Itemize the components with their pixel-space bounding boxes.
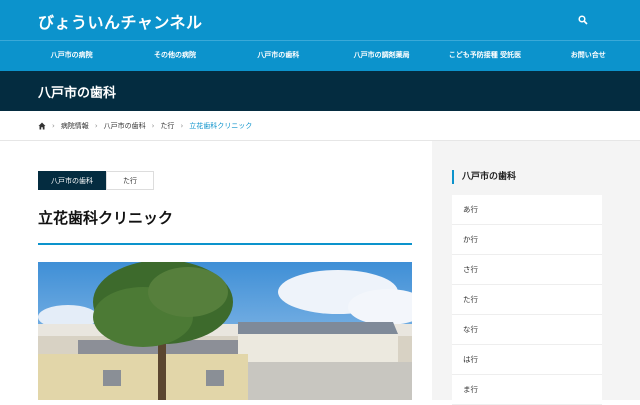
- breadcrumb-separator: ›: [180, 121, 184, 130]
- sidebar-item-ha[interactable]: は行: [452, 345, 602, 375]
- site-logo[interactable]: びょういんチャンネル: [38, 9, 203, 33]
- site-header: びょういんチャンネル: [0, 0, 640, 40]
- sidebar-item-sa[interactable]: さ行: [452, 255, 602, 285]
- breadcrumb-separator: ›: [52, 121, 55, 130]
- tag-category[interactable]: 八戸市の歯科: [38, 171, 106, 190]
- sidebar-heading: 八戸市の歯科: [452, 170, 516, 184]
- breadcrumb-item[interactable]: 八戸市の歯科: [104, 121, 146, 131]
- nav-pharmacies[interactable]: 八戸市の調剤薬局: [330, 41, 433, 71]
- nav-vaccination[interactable]: こども予防接種 受託医: [433, 41, 536, 71]
- page-title: 八戸市の歯科: [38, 86, 117, 101]
- sidebar-item-a[interactable]: あ行: [452, 195, 602, 225]
- clinic-photo: [38, 262, 412, 400]
- breadcrumb-item[interactable]: 病院情報: [61, 121, 89, 131]
- category-tags: 八戸市の歯科 た行: [38, 171, 154, 190]
- breadcrumb-separator: ›: [94, 121, 98, 130]
- sidebar-item-ma[interactable]: ま行: [452, 375, 602, 405]
- nav-hachinohe-hospitals[interactable]: 八戸市の病院: [20, 41, 123, 71]
- title-divider: [38, 243, 412, 245]
- sidebar-item-ka[interactable]: か行: [452, 225, 602, 255]
- breadcrumb-separator: ›: [151, 121, 155, 130]
- main-nav: 八戸市の病院 その他の病院 八戸市の歯科 八戸市の調剤薬局 こども予防接種 受託…: [0, 40, 640, 71]
- sidebar-item-ta[interactable]: た行: [452, 285, 602, 315]
- tag-row[interactable]: た行: [106, 171, 154, 190]
- page-title-band: 八戸市の歯科: [0, 71, 640, 111]
- article-title: 立花歯科クリニック: [38, 209, 174, 227]
- breadcrumb-current: 立花歯科クリニック: [189, 121, 253, 130]
- nav-other-hospitals[interactable]: その他の病院: [123, 41, 226, 71]
- home-icon[interactable]: [38, 122, 46, 130]
- breadcrumb: › 病院情報 › 八戸市の歯科 › た行 › 立花歯科クリニック: [0, 111, 640, 141]
- search-icon[interactable]: [578, 15, 588, 25]
- sidebar-list: あ行 か行 さ行 た行 な行 は行 ま行: [452, 195, 602, 405]
- nav-contact[interactable]: お問い合せ: [537, 41, 640, 71]
- nav-hachinohe-dental[interactable]: 八戸市の歯科: [227, 41, 330, 71]
- sidebar-item-na[interactable]: な行: [452, 315, 602, 345]
- breadcrumb-item[interactable]: た行: [160, 121, 174, 131]
